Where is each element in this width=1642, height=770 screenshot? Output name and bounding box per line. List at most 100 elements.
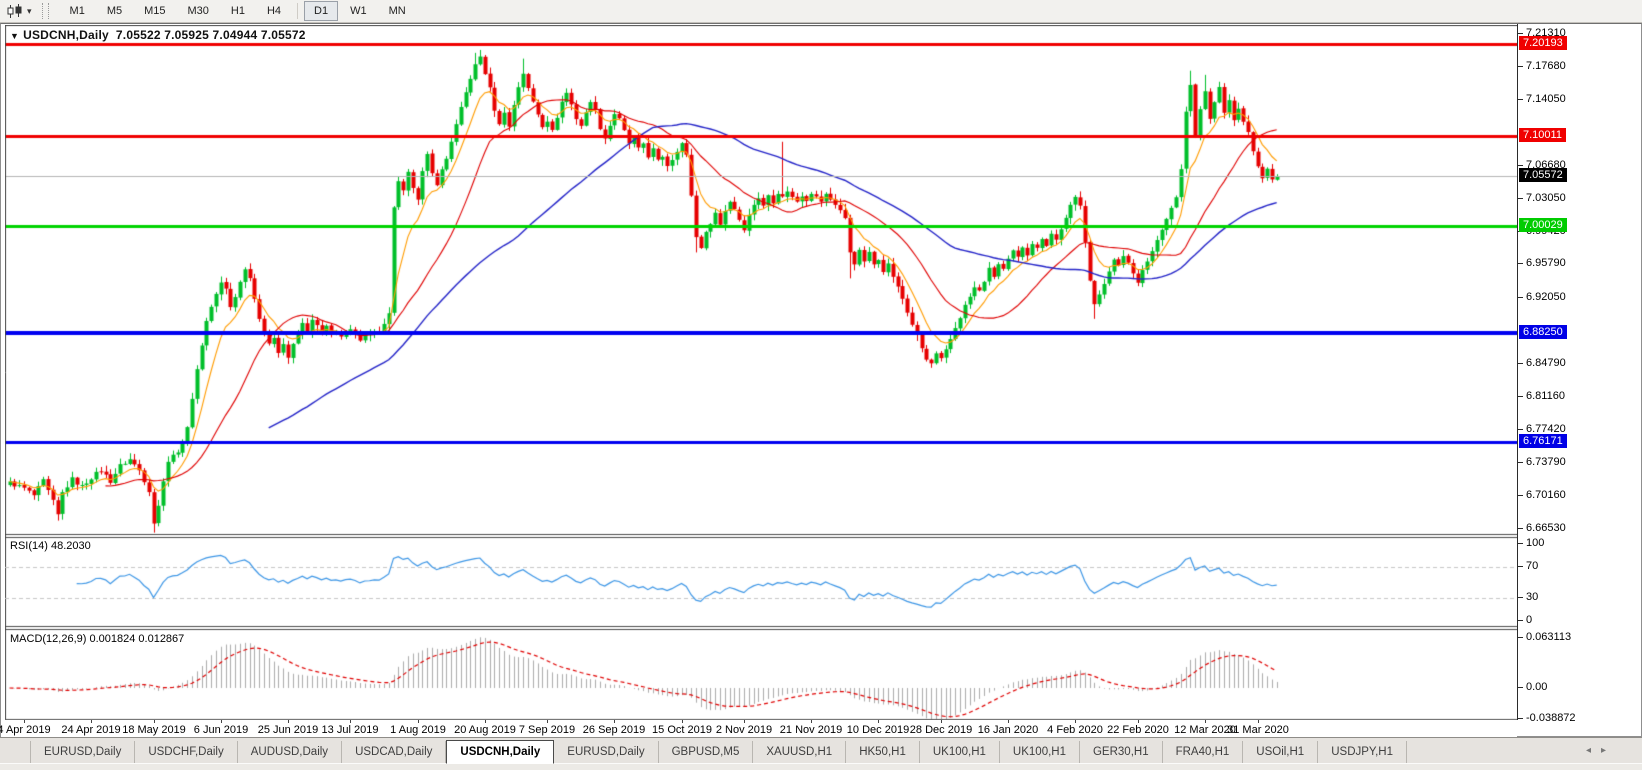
date-tick-label: 1 Aug 2019 [390,724,446,736]
date-tick-label: 2 Nov 2019 [716,724,772,736]
price-line-label: 7.20193 [1519,36,1567,50]
tick-mark [1518,718,1523,719]
price-line-label: 6.88250 [1519,325,1567,339]
chart-tab-gbpusd-m5[interactable]: GBPUSD,M5 [659,741,754,763]
tick-mark [1518,198,1523,199]
chart-tab-ger30-h1[interactable]: GER30,H1 [1080,741,1163,763]
tick-label: 6.92050 [1526,291,1566,303]
tick-label: 6.95790 [1526,257,1566,269]
chart-tab-usdchf-daily[interactable]: USDCHF,Daily [135,741,237,763]
price-axis-tick: 0.00 [1518,680,1547,694]
toolbar-separator [297,3,298,19]
timeframe-button-d1[interactable]: D1 [304,1,338,21]
timeframe-button-mn[interactable]: MN [379,1,416,21]
tick-mark [1518,528,1523,529]
chart-tab-xauusd-h1[interactable]: XAUUSD,H1 [753,741,846,763]
price-axis-tick: 7.14050 [1518,92,1566,106]
tick-mark [1518,99,1523,100]
toolbar-grip-icon[interactable] [42,3,49,19]
timeframe-button-m30[interactable]: M30 [178,1,219,21]
chart-tab-usdjpy-h1[interactable]: USDJPY,H1 [1318,741,1407,763]
date-tick-label: 28 Dec 2019 [910,724,972,736]
symbol-ohlc-text: USDCNH,Daily 7.05522 7.05925 7.04944 7.0… [23,28,306,42]
date-tick-label: 26 Sep 2019 [583,724,645,736]
date-tick-mark [154,720,155,723]
price-axis-tick: 70 [1518,559,1538,573]
date-tick-label: 20 Aug 2019 [454,724,516,736]
price-axis-tick: 6.73790 [1518,455,1566,469]
tick-mark [1518,462,1523,463]
chart-tab-usdcad-daily[interactable]: USDCAD,Daily [342,741,446,763]
price-axis-tick: 6.84790 [1518,356,1566,370]
chart-tab-audusd-daily[interactable]: AUDUSD,Daily [238,741,342,763]
tick-mark [1518,495,1523,496]
tick-label: 100 [1526,537,1544,549]
date-tick-label: 31 Mar 2020 [1227,724,1289,736]
date-tick-mark [350,720,351,723]
date-tick-mark [24,720,25,723]
price-axis-tick: 7.03050 [1518,191,1566,205]
chart-tab-uk100-h1[interactable]: UK100,H1 [1000,741,1080,763]
tick-label: 7.17680 [1526,60,1566,72]
date-tick-mark [878,720,879,723]
chart-tab-usdcnh-daily[interactable]: USDCNH,Daily [446,740,554,764]
date-axis[interactable]: 4 Apr 201924 Apr 201918 May 20196 Jun 20… [1,720,1517,738]
tick-label: 6.73790 [1526,456,1566,468]
timeframe-button-m5[interactable]: M5 [97,1,132,21]
chart-tab-uk100-h1[interactable]: UK100,H1 [920,741,1000,763]
date-tick-mark [941,720,942,723]
chart-tab-usoil-h1[interactable]: USOil,H1 [1243,741,1318,763]
tick-mark [1518,620,1523,621]
chart-type-dropdown-caret-icon[interactable]: ▾ [27,6,32,17]
macd-indicator-label: MACD(12,26,9) 0.001824 0.012867 [10,633,184,645]
date-tick-mark [485,720,486,723]
price-axis-tick: -0.038872 [1518,711,1576,725]
date-tick-mark [418,720,419,723]
tick-label: -0.038872 [1526,712,1576,724]
date-tick-mark [221,720,222,723]
date-tick-mark [811,720,812,723]
chart-type-icon[interactable] [4,3,26,20]
price-axis-tick: 6.81160 [1518,389,1565,403]
timeframe-button-h1[interactable]: H1 [221,1,255,21]
tick-mark [1518,263,1523,264]
date-tick-label: 22 Feb 2020 [1107,724,1169,736]
price-axis[interactable]: 7.213107.176807.140507.066807.030506.994… [1517,24,1641,720]
chart-tab-eurusd-daily[interactable]: EURUSD,Daily [554,741,658,763]
date-tick-label: 18 May 2019 [122,724,186,736]
chart-window: ▼ USDCNH,Daily 7.05522 7.05925 7.04944 7.… [0,23,1642,737]
chart-symbol-ohlc-overlay: ▼ USDCNH,Daily 7.05522 7.05925 7.04944 7.… [10,28,306,42]
tick-mark [1518,297,1523,298]
price-axis-tick: 0 [1518,613,1532,627]
timeframe-button-m15[interactable]: M15 [134,1,175,21]
main-chart-canvas[interactable] [5,25,1517,721]
status-bar [0,763,1642,770]
tick-mark [1518,637,1523,638]
rsi-indicator-label: RSI(14) 48.2030 [10,540,91,552]
tick-label: 30 [1526,591,1538,603]
date-tick-label: 4 Feb 2020 [1047,724,1103,736]
tab-scroll-right-icon[interactable]: ▸ [1601,745,1606,756]
tick-label: 7.14050 [1526,93,1566,105]
price-axis-tick: 0.063113 [1518,630,1571,644]
timeframe-button-m1[interactable]: M1 [60,1,95,21]
price-axis-tick: 6.66530 [1518,521,1566,535]
chart-tab-eurusd-daily[interactable]: EURUSD,Daily [30,741,135,763]
timeframe-button-w1[interactable]: W1 [340,1,377,21]
collapse-caret-icon[interactable]: ▼ [10,31,19,41]
price-axis-tick: 6.95790 [1518,256,1566,270]
chart-tab-hk50-h1[interactable]: HK50,H1 [846,741,920,763]
price-axis-tick: 6.92050 [1518,290,1566,304]
tab-scroll-left-icon[interactable]: ◂ [1586,745,1591,756]
tick-mark [1518,363,1523,364]
chart-tab-fra40-h1[interactable]: FRA40,H1 [1163,741,1244,763]
tick-label: 6.84790 [1526,357,1566,369]
tick-mark [1518,33,1523,34]
tick-mark [1518,566,1523,567]
chart-tab-bar: EURUSD,DailyUSDCHF,DailyAUDUSD,DailyUSDC… [0,737,1642,763]
price-line-label: 7.00029 [1519,218,1567,232]
date-tick-label: 13 Jul 2019 [322,724,379,736]
date-tick-mark [288,720,289,723]
tick-label: 0.00 [1526,681,1547,693]
timeframe-button-h4[interactable]: H4 [257,1,291,21]
